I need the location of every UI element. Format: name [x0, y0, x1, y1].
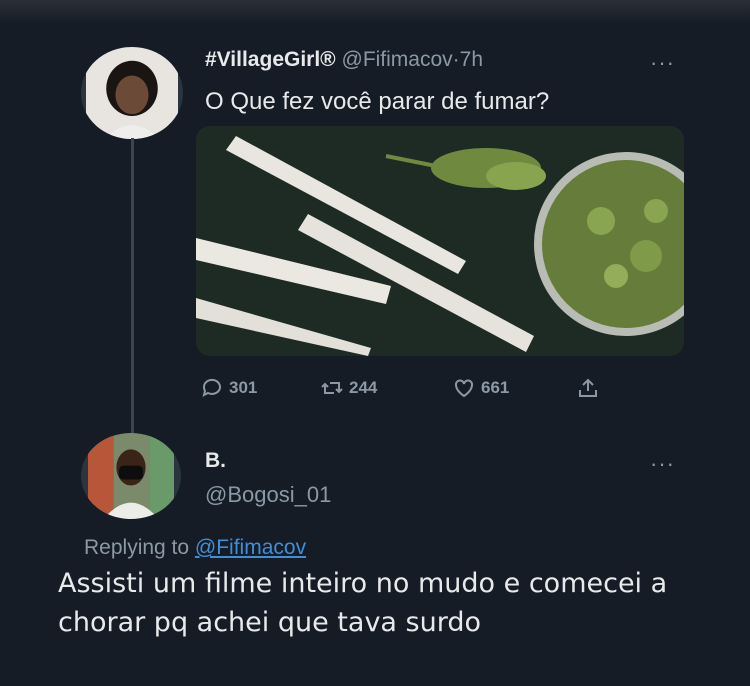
replying-to-link[interactable]: @Fifimacov — [195, 536, 306, 559]
heart-icon — [455, 379, 473, 398]
reply-handle[interactable]: @Bogosi_01 — [205, 482, 331, 508]
marijuana-photo-icon — [196, 126, 684, 356]
retweet-count: 244 — [349, 378, 378, 397]
like-action[interactable]: 661 — [452, 373, 509, 403]
original-tweet-header: #VillageGirl® @Fifimacov·7h — [205, 48, 483, 72]
original-tweet-avatar[interactable] — [81, 47, 183, 139]
original-more-icon[interactable]: ··· — [650, 52, 675, 74]
retweet-action[interactable]: 244 — [320, 373, 377, 403]
share-action[interactable] — [576, 373, 600, 403]
reply-tweet-text: Assisti um filme inteiro no mudo e comec… — [58, 568, 668, 638]
reply-bubble-icon — [202, 378, 221, 397]
original-time[interactable]: 7h — [460, 48, 483, 71]
original-tweet-text: O Que fez você parar de fumar? — [205, 88, 550, 115]
reply-more-icon[interactable]: ··· — [650, 453, 675, 475]
original-action-bar: 301 244 661 — [196, 373, 616, 403]
original-handle[interactable]: @Fifimacov — [342, 48, 453, 71]
tweet-media-image[interactable] — [196, 126, 684, 356]
original-display-name[interactable]: #VillageGirl® — [205, 48, 336, 71]
like-count: 661 — [481, 378, 510, 397]
replying-to-line: Replying to @Fifimacov — [84, 536, 306, 560]
reply-action[interactable]: 301 — [200, 373, 257, 403]
avatar-woman-image — [86, 47, 178, 139]
reply-display-name[interactable]: B. — [205, 449, 226, 473]
time-separator: · — [452, 48, 460, 71]
thread-connector-line — [131, 138, 134, 434]
top-fade-bar — [0, 0, 750, 24]
retweet-icon — [321, 382, 343, 394]
avatar-man-image — [88, 433, 174, 519]
reply-tweet-avatar[interactable] — [81, 433, 181, 519]
reply-count: 301 — [229, 378, 258, 397]
replying-prefix: Replying to — [84, 536, 190, 559]
share-icon — [579, 378, 597, 397]
